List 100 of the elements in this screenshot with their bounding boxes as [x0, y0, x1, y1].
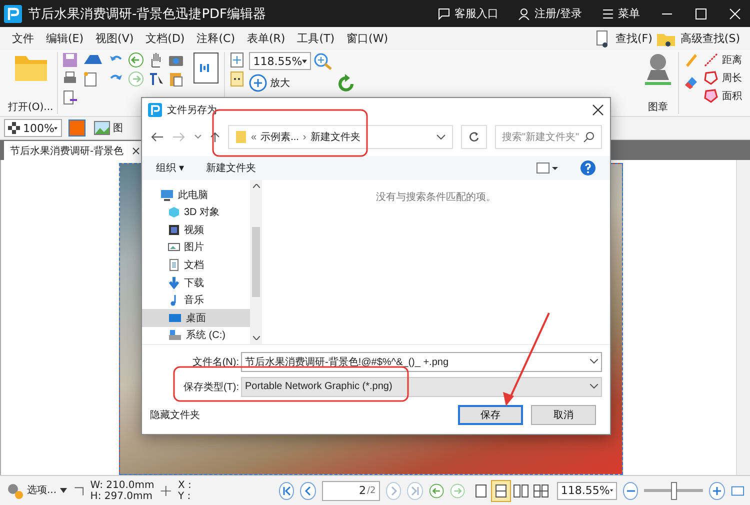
breadcrumb-item[interactable]: « [251, 132, 257, 142]
folder-tree-item[interactable]: 下载 [142, 274, 250, 292]
save-icon[interactable] [62, 52, 78, 68]
eraser-icon[interactable] [683, 74, 699, 90]
folder-tree-item[interactable]: 图片 [142, 238, 250, 256]
menu-item[interactable]: 视图(V) [90, 31, 140, 46]
window-title: 节后水果消费调研-背景色迅捷PDF编辑器 [28, 6, 268, 22]
vertical-scrollbar[interactable] [250, 180, 262, 344]
breadcrumb-item[interactable]: 示例素... [260, 130, 299, 144]
caret-down-icon [302, 58, 308, 64]
polygon-outline-icon[interactable] [703, 70, 719, 86]
user-icon [518, 8, 530, 20]
search-link[interactable]: 高级查找(S) [656, 30, 740, 48]
caret-down-icon [60, 488, 67, 493]
folder-tree-item[interactable]: 视频 [142, 221, 250, 239]
search-link[interactable]: 查找(F) [594, 30, 652, 48]
address-bar[interactable]: « 示例素... › 新建文件夹 [228, 125, 453, 149]
stamp-button[interactable]: 图章 [638, 52, 679, 114]
page-height: H: 297.0mm [90, 490, 154, 502]
image-button[interactable]: 图 [94, 121, 123, 135]
page-number-field[interactable]: 2/2 [322, 480, 380, 500]
view-options-icon[interactable] [536, 162, 558, 174]
menu-item[interactable]: 编辑(E) [40, 31, 90, 46]
page-layout-button[interactable] [490, 480, 511, 502]
search-icon [583, 131, 595, 143]
close-icon[interactable] [132, 146, 140, 154]
app-logo-icon [4, 4, 22, 22]
menu-item[interactable]: 窗口(W) [340, 31, 394, 46]
app-logo-icon [148, 103, 162, 117]
export-document-icon[interactable] [62, 90, 78, 106]
zoom-in-icon[interactable] [313, 52, 334, 70]
two-page-icon[interactable] [512, 484, 529, 498]
hide-folders-toggle[interactable]: 隐藏文件夹 [150, 408, 200, 422]
text-select-icon[interactable] [148, 71, 164, 87]
measure-tool[interactable]: 距离 [703, 52, 742, 68]
zoom-in-button[interactable]: 放大 [249, 74, 334, 92]
color-swatch-icon[interactable] [68, 119, 88, 137]
search-field[interactable]: 搜索"新建文件夹" [495, 125, 602, 149]
single-page-icon[interactable] [474, 484, 487, 498]
maximize-icon[interactable] [694, 6, 708, 20]
previous-page-button[interactable] [300, 482, 316, 500]
folder-tree-item[interactable]: 文档 [142, 256, 250, 274]
down-arrow-icon [168, 276, 180, 289]
toolbar-button[interactable]: 组织 ▾ [156, 161, 184, 175]
gears-icon [6, 482, 24, 500]
vertical-scrollbar[interactable] [736, 160, 750, 475]
opacity-dropdown[interactable]: 100% [4, 119, 62, 137]
fit-width-icon[interactable] [229, 71, 246, 87]
folder-tree-item[interactable]: 音乐 [142, 291, 250, 309]
filename-field[interactable]: 节后水果消费调研-背景色!@#$%^&_()_ +.png [241, 352, 602, 372]
chevron-up-icon [252, 184, 260, 188]
clipboard-icon[interactable] [168, 71, 184, 87]
menu-item[interactable]: 注释(C) [190, 31, 241, 46]
folder-tree-item[interactable]: 桌面 [142, 308, 250, 326]
folder-tree-item[interactable]: 3D 对象 [142, 204, 250, 222]
up-arrow-icon[interactable] [210, 131, 220, 143]
fit-page-icon[interactable] [229, 52, 246, 68]
refresh-button[interactable] [461, 125, 487, 149]
hatched-polygon-icon[interactable] [703, 88, 719, 104]
zoom-dropdown[interactable]: 118.55% [249, 52, 312, 70]
menu-item[interactable]: 工具(T) [291, 31, 341, 46]
chevron-down-icon[interactable] [436, 132, 446, 142]
caret-down-icon [54, 126, 58, 130]
help-icon[interactable] [580, 160, 596, 176]
measure-tool[interactable]: 周长 [703, 70, 742, 86]
menu-item[interactable]: 表单(R) [240, 31, 292, 46]
open-button[interactable]: 打开(O)... [4, 52, 58, 114]
slider-thumb[interactable] [670, 482, 677, 500]
actual-size-icon[interactable] [192, 52, 220, 84]
close-icon[interactable] [592, 104, 604, 116]
back-arrow-icon[interactable] [150, 131, 164, 143]
breadcrumb-item[interactable]: › [302, 132, 306, 142]
title-bar-link[interactable]: 注册/登录 [518, 6, 582, 21]
document-icon [168, 259, 180, 272]
menu-item[interactable]: 文件 [6, 31, 40, 46]
title-bar-link[interactable]: 客服入口 [438, 6, 498, 21]
toolbar-button[interactable]: 新建文件夹 [206, 161, 256, 175]
folder-tree-item[interactable]: 此电脑 [142, 186, 250, 204]
chevron-left-icon [303, 486, 314, 496]
file-type-dropdown[interactable]: Portable Network Graphic (*.png) [241, 376, 602, 396]
desktop-icon [168, 312, 182, 324]
zoom-dropdown[interactable]: 118.55% [556, 482, 617, 500]
zoom-in-button[interactable] [709, 482, 725, 500]
zoom-out-button[interactable] [622, 482, 638, 500]
menu-item[interactable]: 文档(D) [140, 31, 191, 46]
breadcrumb-item[interactable]: 新建文件夹 [310, 130, 360, 144]
first-page-button[interactable] [279, 482, 294, 500]
continuous-page-icon[interactable] [494, 484, 507, 498]
caret-down-icon [610, 488, 613, 493]
dialog-button[interactable]: 取消 [531, 405, 596, 425]
folder-tree-item[interactable]: 系统 (C:) [142, 326, 250, 344]
fit-window-icon[interactable] [730, 484, 744, 496]
refresh-icon [468, 131, 480, 143]
options-button[interactable]: 选项... [6, 482, 67, 500]
two-page-continuous-icon[interactable] [532, 484, 549, 498]
dialog-button[interactable]: 保存 [458, 405, 523, 425]
chevron-down-icon [590, 359, 598, 364]
measure-tool[interactable]: 面积 [703, 88, 742, 104]
title-bar-link[interactable]: 菜单 [602, 6, 640, 21]
folder-icon [235, 130, 247, 144]
